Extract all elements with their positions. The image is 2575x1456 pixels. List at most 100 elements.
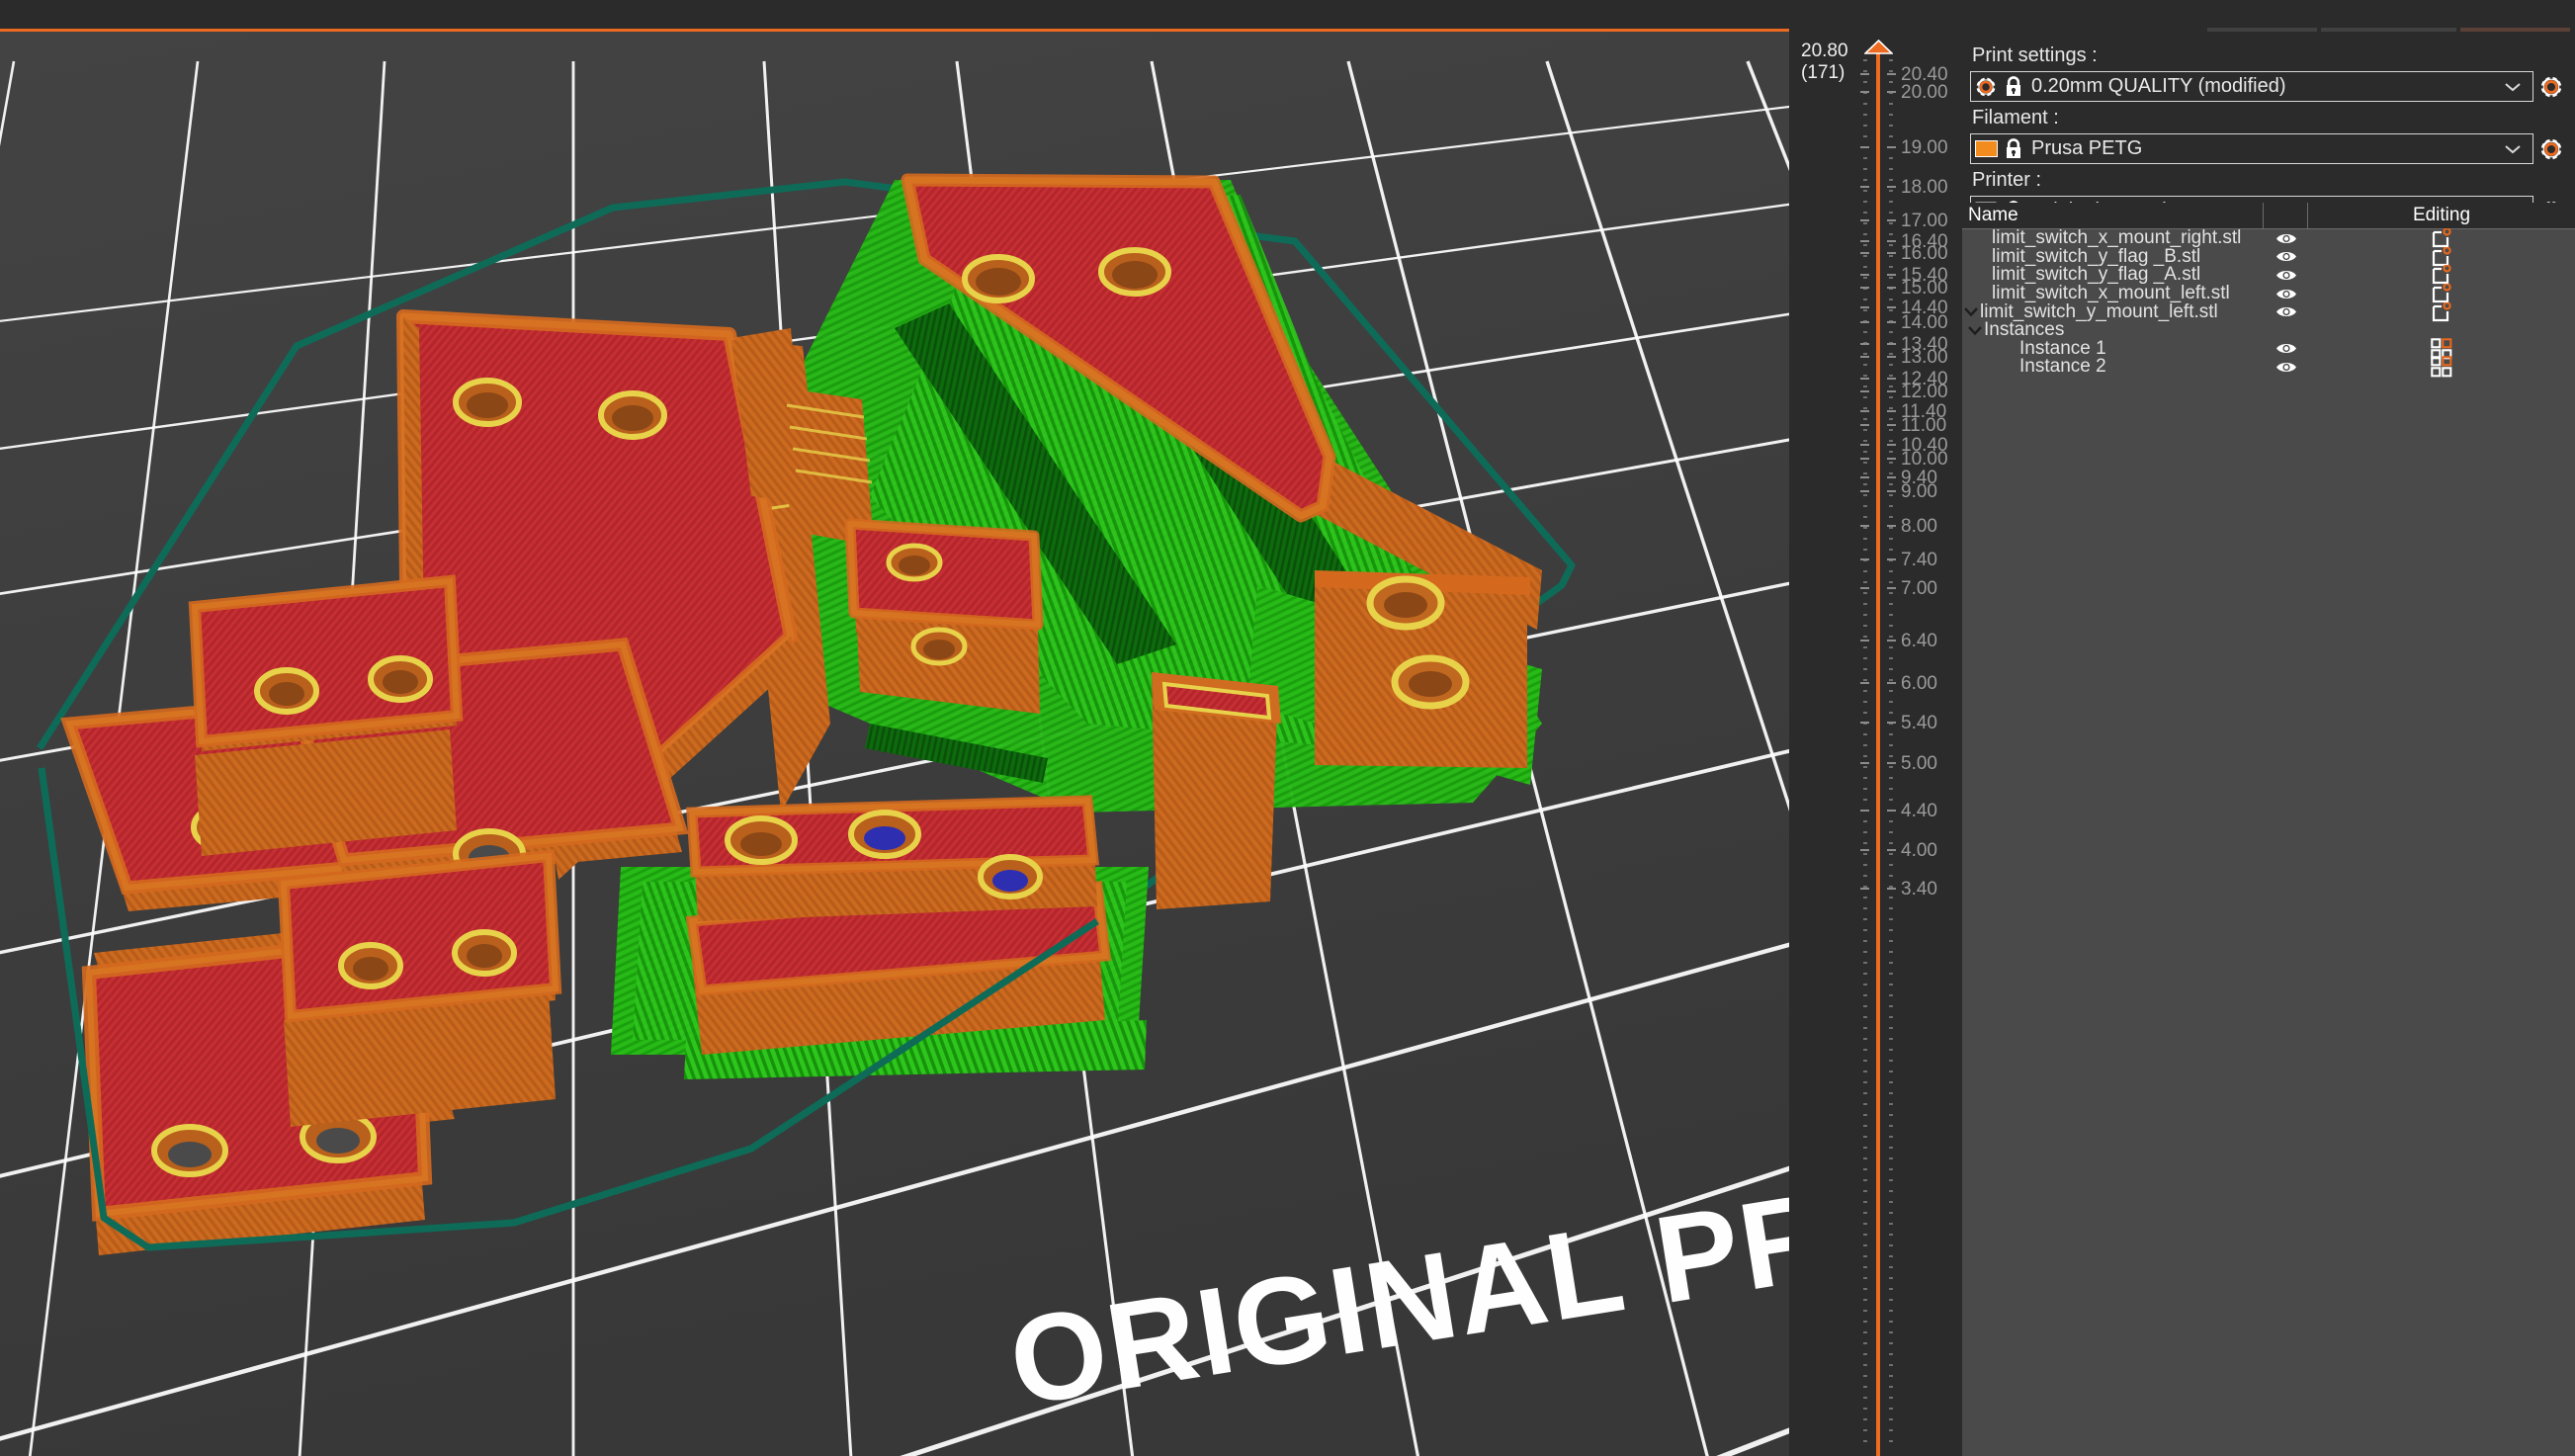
layer-tick-minor [1889, 679, 1893, 681]
layer-tick-minor [1863, 1266, 1867, 1268]
layer-tick-label: 3.40 [1901, 880, 1937, 899]
eye-icon[interactable] [2264, 341, 2308, 356]
edit-object-icon[interactable] [2308, 302, 2575, 322]
layer-tick-minor [1889, 1201, 1893, 1203]
layer-tick-minor [1889, 1060, 1893, 1062]
layer-tick-minor [1889, 1038, 1893, 1040]
layer-tick-minor [1863, 277, 1867, 279]
edit-object-icon[interactable] [2308, 228, 2575, 248]
layer-tick-minor [1889, 70, 1893, 72]
layer-tick-label: 7.00 [1901, 579, 1937, 598]
print-settings-cog-icon [1971, 72, 2001, 101]
list-item-instance[interactable]: Instance 2 [1962, 358, 2575, 377]
table-row[interactable]: limit_switch_x_mount_right.stl [1962, 229, 2575, 248]
layer-tick-minor [1863, 483, 1867, 485]
layer-tick-major [1887, 682, 1896, 684]
layer-tick-minor [1863, 1212, 1867, 1214]
layer-tick-minor [1863, 429, 1867, 431]
layer-tick-minor [1889, 451, 1893, 453]
layer-tick-minor [1889, 462, 1893, 464]
layer-tick-major [1887, 640, 1896, 642]
layer-tick-minor [1863, 309, 1867, 311]
filament-label: Filament : [1972, 105, 2567, 131]
side-panel: Print settings : [1962, 32, 2575, 1456]
edit-object-icon[interactable] [2308, 247, 2575, 267]
layer-tick-minor [1863, 1299, 1867, 1301]
layer-tick-minor [1889, 864, 1893, 866]
layer-tick-minor [1889, 1092, 1893, 1094]
print-settings-chevron-down-icon[interactable] [2493, 72, 2532, 101]
layer-tick-minor [1889, 777, 1893, 779]
layer-tick-minor [1863, 940, 1867, 942]
layer-tick-minor [1863, 59, 1867, 61]
layer-tick-major [1887, 722, 1896, 724]
edit-instances-icon[interactable] [2308, 356, 2575, 378]
layer-tick-minor [1889, 418, 1893, 420]
layer-tick-minor [1889, 1081, 1893, 1083]
layer-tick-minor [1863, 385, 1867, 387]
layer-tick-label: 6.00 [1901, 674, 1937, 693]
layer-tick-major [1860, 587, 1869, 589]
layer-tick-major [1860, 287, 1869, 289]
print-settings-edit-cog-icon[interactable] [2539, 75, 2563, 99]
filament-chevron-down-icon[interactable] [2493, 134, 2532, 163]
layer-slider[interactable]: 20.80 (171) 20.4020.0019.0018.0017.0016.… [1789, 32, 1962, 1456]
layer-tick-major [1860, 252, 1869, 254]
table-row[interactable]: limit_switch_y_mount_left.stl [1962, 302, 2575, 321]
layer-tick-minor [1889, 984, 1893, 985]
layer-tick-minor [1863, 1136, 1867, 1138]
title-bar [0, 0, 2575, 29]
layer-tick-minor [1863, 1408, 1867, 1410]
filament-edit-cog-icon[interactable] [2539, 137, 2563, 161]
layer-tick-major [1860, 640, 1869, 642]
eye-icon[interactable] [2264, 360, 2308, 375]
layer-tick-minor [1863, 842, 1867, 844]
eye-icon[interactable] [2264, 304, 2308, 319]
3d-viewport[interactable]: ORIGINAL PRUS [0, 32, 1789, 1456]
layer-tick-minor [1863, 603, 1867, 605]
edit-object-icon[interactable] [2308, 284, 2575, 303]
eye-icon[interactable] [2264, 231, 2308, 246]
layer-tick-minor [1863, 701, 1867, 703]
layer-tick-label: 19.00 [1901, 138, 1948, 157]
layer-tick-major [1887, 321, 1896, 323]
layer-tick-minor [1889, 668, 1893, 670]
layer-tick-major [1887, 476, 1896, 478]
chevron-down-icon[interactable] [1966, 325, 1984, 336]
chevron-down-icon[interactable] [1962, 306, 1980, 317]
layer-tick-minor [1863, 1103, 1867, 1105]
layer-tick-minor [1863, 1234, 1867, 1236]
table-row[interactable]: limit_switch_y_flag _B.stl [1962, 248, 2575, 267]
layer-tick-minor [1889, 407, 1893, 409]
layer-tick-minor [1889, 255, 1893, 257]
layer-tick-minor [1863, 853, 1867, 855]
eye-icon[interactable] [2264, 268, 2308, 283]
layer-tick-minor [1889, 168, 1893, 170]
layer-tick-minor [1863, 190, 1867, 192]
layer-tick-minor [1889, 1103, 1893, 1105]
layer-tick-minor [1863, 549, 1867, 551]
layer-tick-minor [1863, 1440, 1867, 1442]
layer-tick-minor [1863, 1190, 1867, 1192]
table-row[interactable]: limit_switch_x_mount_left.stl [1962, 285, 2575, 303]
layer-tick-minor [1863, 179, 1867, 181]
print-settings-combo[interactable]: 0.20mm QUALITY (modified) [1970, 71, 2533, 102]
layer-tick-minor [1889, 212, 1893, 214]
edit-object-icon[interactable] [2308, 265, 2575, 285]
eye-icon[interactable] [2264, 249, 2308, 264]
layer-tick-minor [1889, 1353, 1893, 1355]
layer-tick-major [1860, 356, 1869, 358]
print-settings-label: Print settings : [1972, 43, 2567, 69]
filament-combo[interactable]: Prusa PETG [1970, 133, 2533, 164]
list-item-instance[interactable]: Instances [1962, 321, 2575, 340]
list-item-instance[interactable]: Instance 1 [1962, 340, 2575, 359]
table-row[interactable]: limit_switch_y_flag _A.stl [1962, 266, 2575, 285]
layer-tick-minor [1889, 1212, 1893, 1214]
layer-tick-minor [1863, 244, 1867, 246]
layer-tick-major [1860, 849, 1869, 851]
layer-tick-minor [1863, 1038, 1867, 1040]
layer-tick-major [1887, 343, 1896, 345]
layer-tick-minor [1863, 755, 1867, 757]
eye-icon[interactable] [2264, 287, 2308, 301]
layer-slider-ticks: 20.4020.0019.0018.0017.0016.4016.0015.40… [1789, 32, 1962, 1456]
